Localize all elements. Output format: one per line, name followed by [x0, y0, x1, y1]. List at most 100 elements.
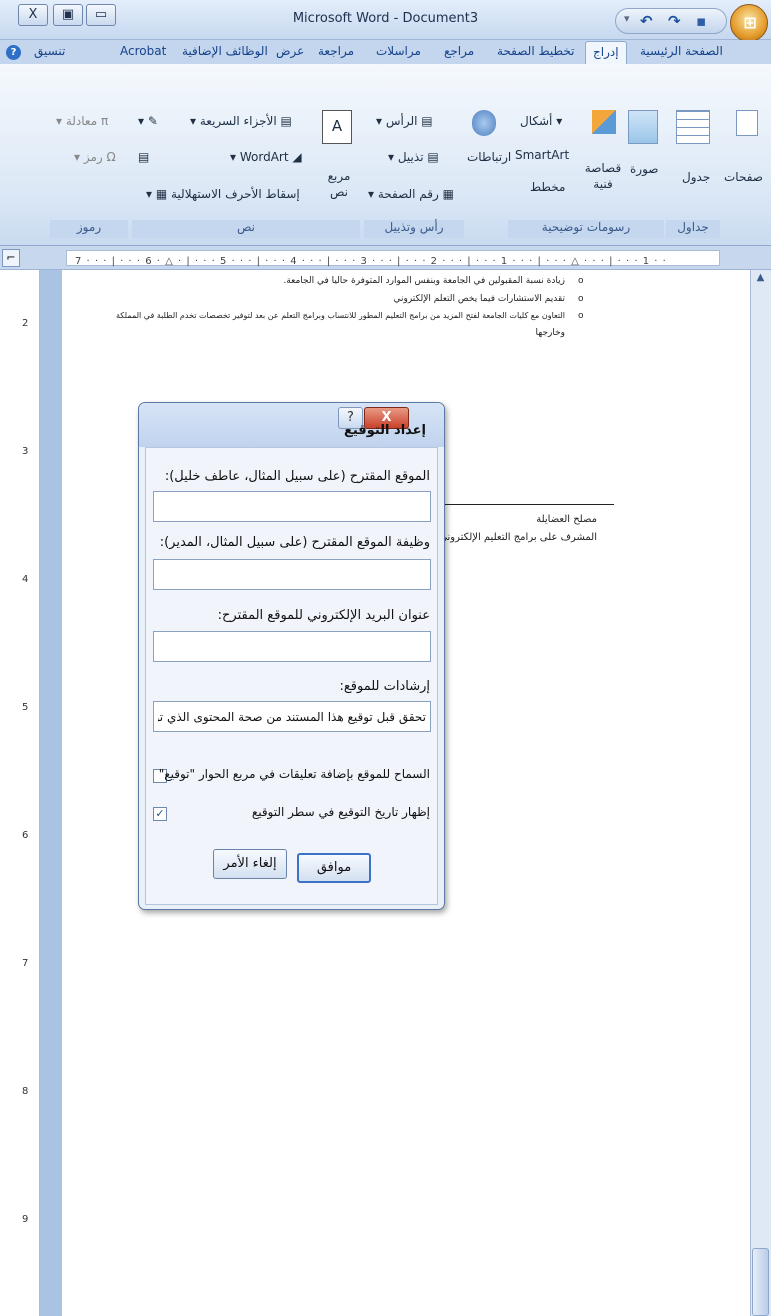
smartart-button[interactable]: SmartArt	[515, 148, 569, 162]
scroll-up-icon[interactable]: ▲	[753, 272, 768, 286]
scroll-thumb[interactable]	[752, 1248, 769, 1316]
vruler-num: 9	[22, 1214, 29, 1225]
quick-parts-label: الأجزاء السريعة	[199, 114, 277, 128]
tab-page-layout[interactable]: تخطيط الصفحة	[497, 44, 574, 58]
signer-title: المشرف على برامج التعليم الإلكتروني	[439, 532, 597, 543]
tab-format[interactable]: تنسيق	[34, 44, 65, 58]
instructions-label: إرشادات للموقع:	[339, 679, 430, 694]
show-date-label[interactable]: إظهار تاريخ التوقيع في سطر التوقيع	[252, 805, 430, 819]
clipart-icon[interactable]	[592, 110, 616, 134]
vruler-num: 5	[22, 702, 29, 713]
textbox-label: مربع نص	[327, 169, 351, 199]
group-label-illustrations: رسومات توضيحية	[508, 220, 664, 238]
table-icon	[676, 110, 710, 144]
tab-insert[interactable]: إدراج	[585, 41, 627, 65]
help-icon[interactable]: ?	[6, 45, 21, 60]
redo-icon[interactable]: ↷	[668, 12, 681, 30]
vruler-num: 8	[22, 1086, 29, 1097]
office-logo-icon: ⊞	[743, 13, 757, 32]
bullet-icon: o	[578, 311, 584, 321]
tab-addins[interactable]: الوظائف الإضافية	[182, 44, 268, 58]
vruler-num: 6	[22, 830, 29, 841]
cancel-button[interactable]: إلغاء الأمر	[213, 849, 287, 879]
tab-mailings[interactable]: مراسلات	[376, 44, 421, 58]
doc-bullet-3: التعاون مع كليات الجامعة لفتح المزيد من …	[115, 311, 565, 320]
left-margin-bar	[0, 270, 16, 1316]
bullet-icon: o	[578, 294, 584, 304]
footer-button[interactable]: ▾ تذييل ▤	[388, 150, 439, 164]
picture-label: صورة	[630, 162, 659, 176]
tab-references[interactable]: مراجع	[444, 44, 474, 58]
header-button[interactable]: ▾ الرأس ▤	[376, 114, 433, 128]
dialog-title: إعداد التوقيع	[344, 423, 426, 438]
symbol-button[interactable]: ▾ رمز Ω	[74, 150, 116, 164]
bullet-icon: o	[578, 276, 584, 286]
group-label-text: نص	[132, 220, 360, 238]
symbol-label: رمز	[83, 150, 103, 164]
doc-bullet-3-cont: وخارجها	[535, 328, 565, 338]
signature-line-button[interactable]: ▾ ✎	[138, 114, 158, 128]
signer-title-input[interactable]	[153, 559, 431, 590]
signature-setup-dialog: ? X إعداد التوقيع الموقع المقترح (على سب…	[138, 402, 445, 910]
ok-button[interactable]: موافق	[297, 853, 371, 883]
pages-button[interactable]	[728, 110, 758, 136]
instructions-input[interactable]	[153, 701, 431, 732]
save-icon[interactable]: ▪	[696, 12, 706, 30]
quick-parts-button[interactable]: ▾ الأجزاء السريعة ▤	[190, 114, 292, 128]
link-icon	[472, 110, 496, 136]
table-label: جدول	[682, 170, 711, 184]
email-input[interactable]	[153, 631, 431, 662]
picture-button[interactable]	[628, 110, 658, 144]
table-button[interactable]	[676, 110, 710, 144]
shapes-button[interactable]: أشكال ▾	[520, 114, 562, 128]
dialog-title-bar[interactable]: ? X إعداد التوقيع	[139, 403, 444, 447]
footer-label: تذييل	[397, 150, 424, 164]
links-label: ارتباطات	[467, 150, 512, 164]
allow-comments-label[interactable]: السماح للموقع بإضافة تعليقات في مربع الح…	[159, 767, 430, 781]
textbox-button[interactable]: A	[322, 110, 352, 144]
page-icon	[736, 110, 758, 136]
tab-acrobat[interactable]: Acrobat	[120, 44, 166, 58]
vertical-ruler: 2 3 4 5 6 7 8 9	[16, 270, 40, 1316]
page-number-label: رقم الصفحة	[377, 187, 439, 201]
vruler-num: 3	[22, 446, 29, 457]
links-button[interactable]	[472, 110, 496, 136]
tab-review[interactable]: مراجعة	[318, 44, 354, 58]
title-bar: X ▣ ▭ Microsoft Word - Document3 ▾ ↶ ↷ ▪…	[0, 0, 771, 42]
ruler-strip[interactable]: 7 · · · | · · · 6 · △ · | · · · 5 · · · …	[66, 250, 720, 267]
equation-button[interactable]: ▾ معادلة π	[56, 114, 108, 128]
doc-bullet-2: تقديم الاستشارات فيما يخص التعلم الإلكتر…	[393, 294, 565, 304]
chart-button[interactable]: مخطط	[530, 180, 565, 194]
header-label: الرأس	[385, 114, 418, 128]
page-number-button[interactable]: ▾ رقم الصفحة ▦	[368, 187, 454, 201]
equation-label: معادلة	[65, 114, 98, 128]
doc-bullet-1: زيادة نسبة المقبولين في الجامعة وبنفس ال…	[283, 276, 565, 286]
email-label: عنوان البريد الإلكتروني للموقع المقترح:	[217, 608, 430, 623]
signer-input[interactable]	[153, 491, 431, 522]
tab-view[interactable]: عرض	[276, 44, 304, 58]
office-button[interactable]: ⊞	[730, 4, 768, 42]
shapes-label: أشكال	[520, 114, 553, 128]
show-date-checkbox[interactable]: ✓	[153, 807, 167, 821]
vruler-num: 7	[22, 958, 29, 969]
horizontal-ruler: ⌐ 7 · · · | · · · 6 · △ · | · · · 5 · · …	[0, 246, 771, 270]
picture-icon	[628, 110, 658, 144]
wordart-button[interactable]: ▾ WordArt ◢	[230, 150, 302, 164]
signer-title-label: وظيفة الموقع المقترح (على سبيل المثال، ا…	[159, 535, 430, 550]
pages-label: صفحات	[724, 170, 763, 184]
datetime-button[interactable]: ▤	[138, 150, 149, 164]
signer-label: الموقع المقترح (على سبيل المثال، عاطف خل…	[164, 469, 430, 484]
tab-home[interactable]: الصفحة الرئيسية	[640, 44, 723, 58]
chart-label: مخطط	[530, 180, 566, 194]
clipart-label[interactable]: قصاصة فنية	[582, 160, 624, 192]
dropcap-button[interactable]: ▾ ▦ إسقاط الأحرف الاستهلالية	[146, 187, 300, 201]
undo-icon[interactable]: ↶	[640, 12, 653, 30]
tab-selector[interactable]: ⌐	[2, 249, 20, 267]
vertical-scrollbar[interactable]	[750, 270, 771, 1316]
quick-access-toolbar: ▾ ↶ ↷ ▪	[615, 8, 727, 34]
ribbon-tabs: ? تنسيق Acrobat الوظائف الإضافية عرض مرا…	[0, 40, 771, 65]
qat-customize-icon[interactable]: ▾	[624, 12, 630, 25]
signer-name: مصلح العضايلة	[536, 514, 597, 525]
ruler-numbers: 7 · · · | · · · 6 · △ · | · · · 5 · · · …	[75, 256, 667, 267]
group-label-symbols: رموز	[50, 220, 128, 238]
